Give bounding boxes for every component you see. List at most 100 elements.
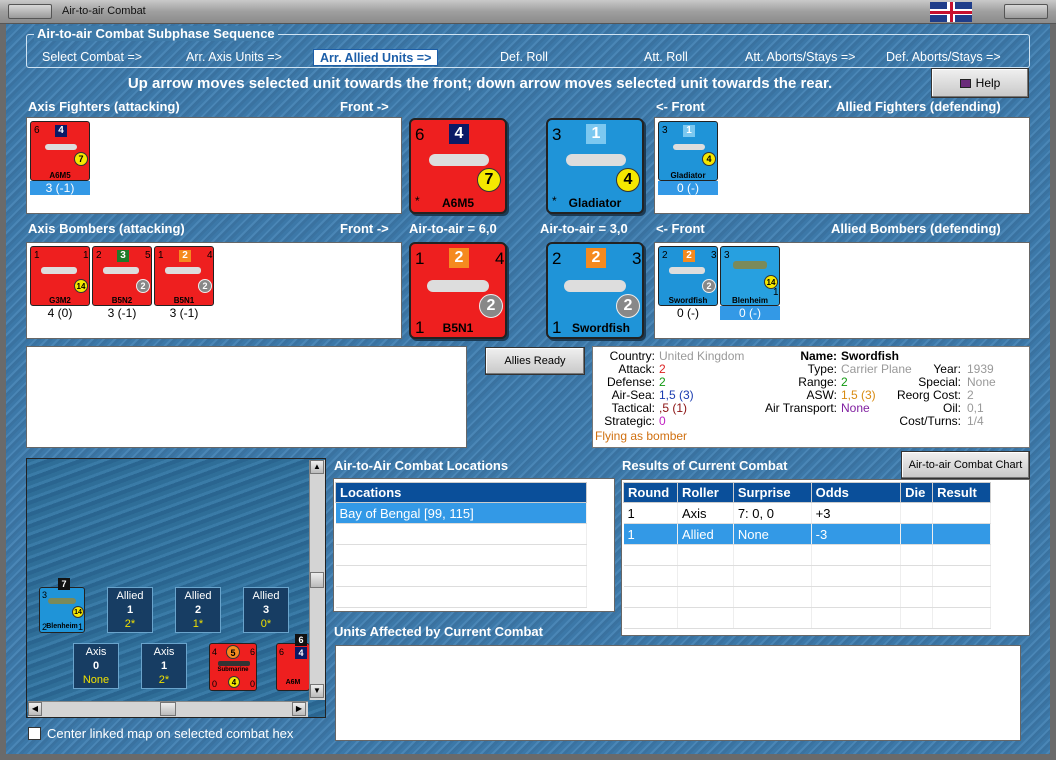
- seq-def-aborts[interactable]: Def. Aborts/Stays =>: [880, 49, 1007, 66]
- col-round[interactable]: Round: [623, 482, 678, 503]
- cell-roller: Axis: [677, 502, 734, 524]
- seq-arr-axis[interactable]: Arr. Axis Units =>: [180, 49, 288, 66]
- allied-fighter-card: 3 1 4 * Gladiator: [546, 118, 644, 214]
- card-range: 4: [495, 249, 505, 268]
- allies-ready-button[interactable]: Allies Ready: [485, 347, 585, 375]
- cell-val: 1*: [192, 618, 204, 630]
- seq-select-combat[interactable]: Select Combat =>: [36, 49, 148, 66]
- unit-b5n1-small[interactable]: 1 2 4 2 B5N1: [154, 246, 214, 306]
- cell-val: 2*: [124, 618, 136, 630]
- map-unit-rating: 4: [295, 647, 307, 659]
- unit-gladiator-small[interactable]: 3 1 4 Gladiator: [658, 121, 718, 181]
- axis-fighters-panel[interactable]: 6 4 7 A6M5 3 (-1): [26, 117, 402, 214]
- cell-odds: -3: [811, 523, 902, 545]
- year-value: 1939: [967, 362, 994, 376]
- result-row[interactable]: 1 Axis 7: 0, 0 +3: [623, 502, 991, 524]
- plane-icon: [429, 154, 489, 166]
- scroll-down-icon[interactable]: ▼: [310, 684, 324, 698]
- strategic-label: Strategic:: [604, 414, 655, 428]
- scroll-left-icon[interactable]: ◀: [28, 702, 42, 716]
- cell-label: Axis: [85, 646, 107, 658]
- map-unit-submarine[interactable]: 5 4 6 Submarine 4 0 0: [209, 643, 257, 691]
- axis-bombers-label: Axis Bombers (attacking): [28, 221, 185, 236]
- cell-surprise: None: [733, 523, 812, 545]
- name-value: Swordfish: [841, 349, 900, 363]
- card-name: Gladiator: [568, 196, 622, 210]
- locations-header[interactable]: Locations: [335, 482, 587, 503]
- affected-title: Units Affected by Current Combat: [334, 624, 543, 639]
- map-unit-br: 0: [250, 679, 256, 689]
- allied-fighters-panel[interactable]: 3 1 4 Gladiator 0 (-): [654, 117, 1030, 214]
- seq-arr-allied[interactable]: Arr. Allied Units =>: [313, 49, 439, 66]
- scroll-right-icon[interactable]: ▶: [292, 702, 306, 716]
- center-map-checkbox[interactable]: [28, 727, 41, 740]
- unit-circle-value: 2: [702, 279, 716, 293]
- map-horizontal-scrollbar[interactable]: ◀ ▶: [28, 701, 308, 717]
- unit-b5n2-small[interactable]: 2 3 5 2 B5N2: [92, 246, 152, 306]
- year-label: Year:: [933, 362, 961, 376]
- costturns-value: 1/4: [967, 414, 984, 428]
- map-unit-a6m[interactable]: 6 6 4 A6M: [276, 634, 310, 691]
- location-row[interactable]: Bay of Bengal [99, 115]: [335, 502, 587, 524]
- linked-map[interactable]: 7 3 14 2 1 Blenheim Allied 1 2* Allied 2…: [26, 458, 326, 718]
- col-surprise[interactable]: Surprise: [732, 482, 812, 503]
- help-button[interactable]: Help: [931, 68, 1029, 98]
- unit-g3m2-small[interactable]: 1 1 14 G3M2: [30, 246, 90, 306]
- map-cell-allied-2[interactable]: Allied 2 1*: [175, 587, 221, 633]
- col-odds[interactable]: Odds: [810, 482, 902, 503]
- scroll-up-icon[interactable]: ▲: [310, 460, 324, 474]
- cell-die: [900, 502, 934, 524]
- map-cell-allied-3[interactable]: Allied 3 0*: [243, 587, 289, 633]
- seq-att-roll[interactable]: Att. Roll: [638, 49, 694, 66]
- plane-icon: [48, 598, 76, 604]
- cell-num: 0: [92, 660, 100, 672]
- scroll-thumb-v[interactable]: [310, 572, 324, 588]
- unit-range: 1: [83, 250, 89, 261]
- empty-row: [335, 523, 587, 545]
- affected-units-panel[interactable]: [335, 645, 1021, 741]
- cell-label: Allied: [116, 590, 144, 602]
- card-circle: 7: [477, 168, 501, 192]
- col-roller[interactable]: Roller: [676, 482, 734, 503]
- map-unit-attack: 4: [212, 647, 218, 657]
- plane-icon: [669, 267, 705, 274]
- unit-circle-value: 2: [136, 279, 150, 293]
- window-menu-button[interactable]: [8, 4, 52, 19]
- airtransport-value: None: [841, 401, 870, 415]
- allied-fighters-label: Allied Fighters (defending): [836, 99, 1001, 114]
- map-unit-name: Blenheim: [46, 623, 78, 630]
- seq-def-roll[interactable]: Def. Roll: [494, 49, 554, 66]
- unit-blenheim-small[interactable]: 3 1 14 Blenheim: [720, 246, 780, 306]
- combat-chart-button[interactable]: Air-to-air Combat Chart: [901, 451, 1030, 479]
- uk-flag-icon: [930, 2, 972, 22]
- locations-list[interactable]: Locations Bay of Bengal [99, 115]: [333, 478, 615, 612]
- cell-val: None: [82, 674, 110, 686]
- help-label: Help: [975, 76, 1001, 90]
- map-cell-axis-1[interactable]: Axis 1 2*: [141, 643, 187, 689]
- cell-round: 1: [623, 502, 678, 524]
- col-die[interactable]: Die: [900, 482, 934, 503]
- unit-swordfish-small[interactable]: 2 2 3 2 Swordfish: [658, 246, 718, 306]
- map-vertical-scrollbar[interactable]: ▲ ▼: [309, 460, 325, 700]
- map-unit-blenheim[interactable]: 7 3 14 2 1 Blenheim: [39, 578, 85, 633]
- scroll-thumb-h[interactable]: [160, 702, 176, 716]
- axis-bombers-panel[interactable]: 1 1 14 G3M2 4 (0) 2 3 5 2 B5N2 3 (-1) 1 …: [26, 242, 402, 339]
- seq-att-aborts[interactable]: Att. Aborts/Stays =>: [739, 49, 861, 66]
- axis-front-label-2: Front ->: [340, 221, 389, 236]
- col-result[interactable]: Result: [932, 482, 991, 503]
- title-bar: Air-to-air Combat: [0, 0, 1056, 24]
- map-cell-axis-0[interactable]: Axis 0 None: [73, 643, 119, 689]
- unit-a6m5-small[interactable]: 6 4 7 A6M5: [30, 121, 90, 181]
- country-label: Country:: [609, 349, 655, 363]
- window-close-button[interactable]: [1004, 4, 1048, 19]
- result-row[interactable]: 1 Allied None -3: [623, 523, 991, 545]
- card-rating: 1: [586, 124, 606, 144]
- strategic-value: 0: [659, 414, 666, 428]
- results-table[interactable]: Round Roller Surprise Odds Die Result 1 …: [621, 479, 1030, 636]
- unit-rating: 2: [179, 250, 191, 262]
- map-cell-allied-1[interactable]: Allied 1 2*: [107, 587, 153, 633]
- cell-roller: Allied: [677, 523, 734, 545]
- cell-num: 3: [262, 604, 270, 616]
- allied-bombers-panel[interactable]: 2 2 3 2 Swordfish 0 (-) 3 1 14 Blenheim …: [654, 242, 1030, 339]
- cell-result: [932, 523, 991, 545]
